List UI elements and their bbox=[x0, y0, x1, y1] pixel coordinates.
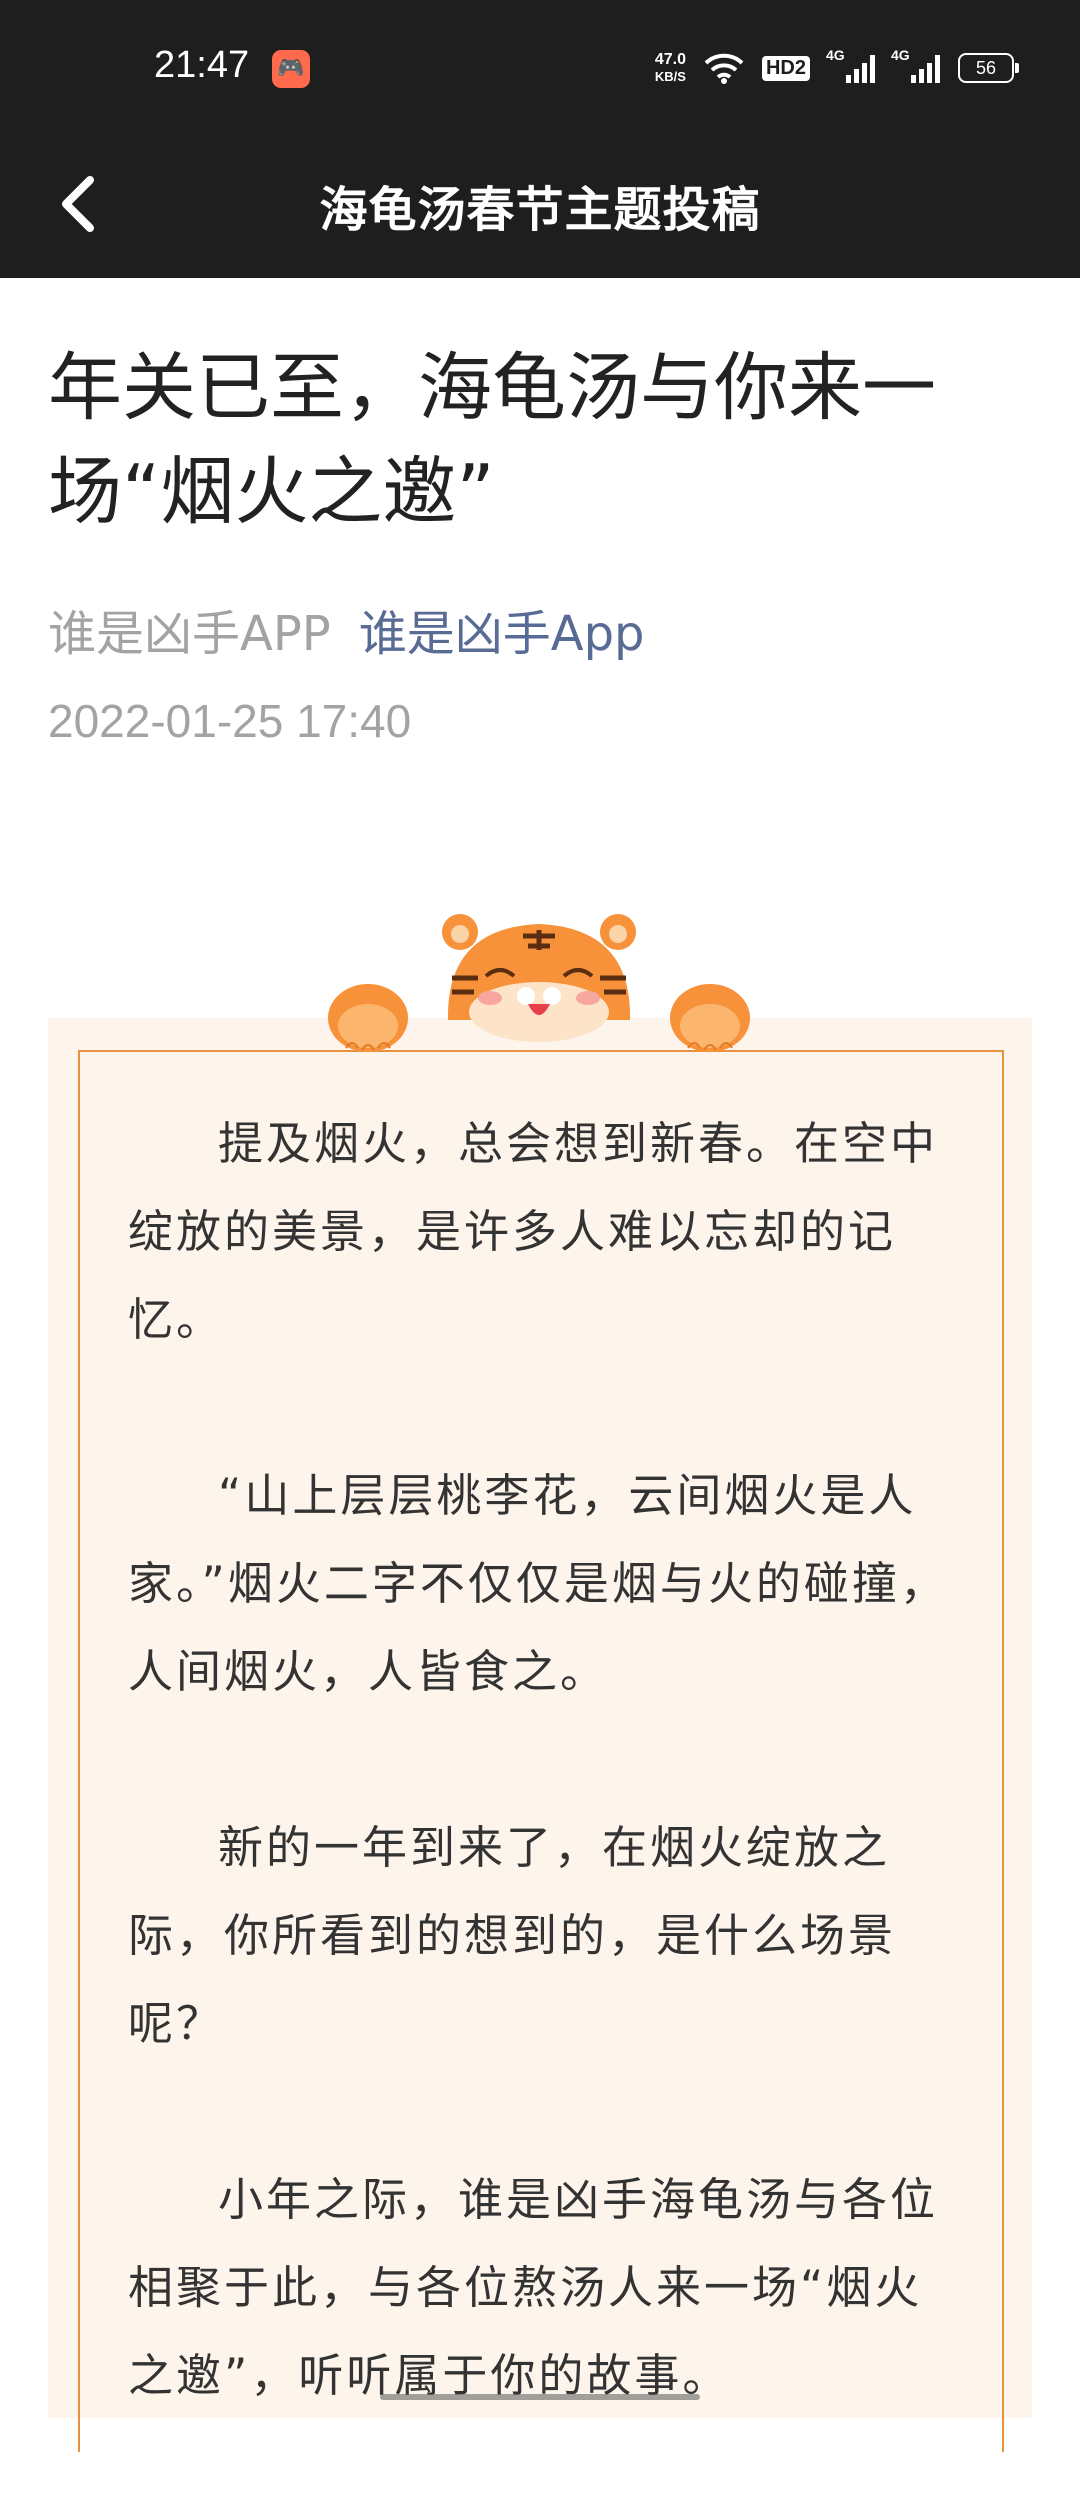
home-indicator[interactable] bbox=[380, 2394, 700, 2400]
status-bar: 21:47 🎮 47.0 KB/S HD2 4G 4G 56 bbox=[0, 0, 1080, 136]
game-app-icon: 🎮 bbox=[272, 50, 310, 88]
signal-icon-1: 4G bbox=[826, 47, 875, 83]
hd-voice-icon: HD2 bbox=[761, 55, 810, 81]
network-speed-value: 47.0 bbox=[654, 51, 686, 68]
author-link[interactable]: 谁是凶手App bbox=[359, 606, 645, 662]
article-title: 年关已至，海龟汤与你来一场“烟火之邀” bbox=[48, 345, 936, 535]
network-speed: 47.0 KB/S bbox=[655, 51, 686, 85]
network-type-1: 4G bbox=[826, 47, 845, 63]
article-source: 谁是凶手APP bbox=[48, 606, 331, 662]
wifi-icon bbox=[704, 53, 744, 84]
battery-icon: 56 bbox=[958, 53, 1019, 83]
nav-bar: 海龟汤春节主题投稿 bbox=[0, 136, 1080, 278]
status-icons: 47.0 KB/S HD2 4G 4G 56 bbox=[655, 46, 1019, 90]
article-date: 2022-01-25 17:40 bbox=[48, 695, 412, 747]
article-paragraph: 新的一年到来了，在烟火绽放之际，你所看到的想到的，是什么场景呢？ bbox=[128, 1821, 897, 2050]
network-type-2: 4G bbox=[891, 47, 910, 63]
network-speed-unit: KB/S bbox=[654, 69, 686, 84]
article-paragraph: “山上层层桃李花，云间烟火是人家。”烟火二字不仅仅是烟与火的碰撞，人间烟火，人皆… bbox=[128, 1469, 948, 1698]
article-body: 提及烟火，总会想到新春。在空中绽放的美景，是许多人难以忘却的记忆。 “山上层层桃… bbox=[128, 1100, 958, 2508]
page-title: 海龟汤春节主题投稿 bbox=[319, 182, 761, 238]
signal-icon-2: 4G bbox=[891, 47, 940, 83]
article-paragraph: 提及烟火，总会想到新春。在空中绽放的美景，是许多人难以忘却的记忆。 bbox=[128, 1117, 939, 1346]
tiger-mascot-icon bbox=[328, 914, 750, 1052]
article-paragraph: 小年之际，谁是凶手海龟汤与各位相聚于此，与各位熬汤人来一场“烟火之邀”，听听属于… bbox=[128, 2173, 939, 2402]
status-time: 21:47 bbox=[154, 44, 250, 86]
article-meta: 谁是凶手APP 谁是凶手App bbox=[48, 594, 645, 664]
